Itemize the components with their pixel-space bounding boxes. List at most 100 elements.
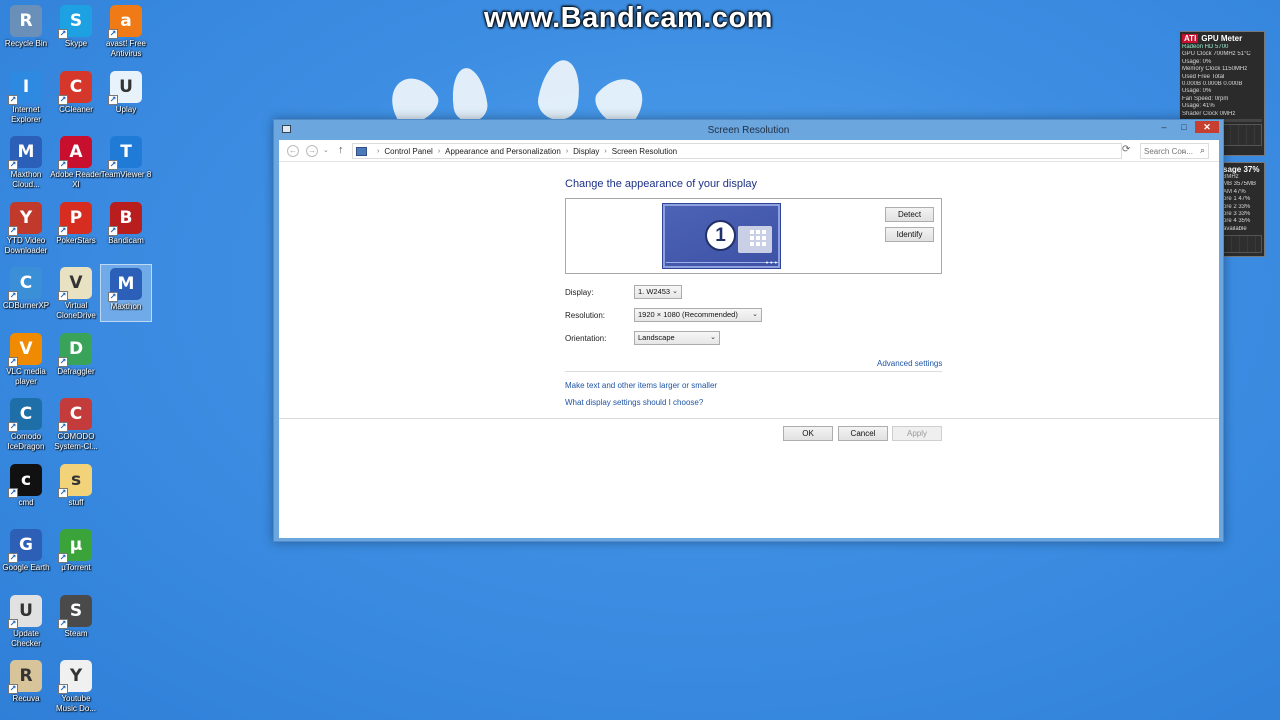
maximize-button[interactable]: □ xyxy=(1177,121,1191,133)
vlc-icon: V ↗ xyxy=(8,332,42,367)
shortcut-arrow-icon: ↗ xyxy=(8,553,18,563)
breadcrumb-item[interactable]: Control Panel xyxy=(384,147,432,156)
desktop-icon[interactable]: B ↗ Bandicam xyxy=(100,199,152,257)
detect-button[interactable]: Detect xyxy=(885,207,934,222)
desktop-icon[interactable]: G ↗ Google Earth xyxy=(0,526,52,584)
desktop-icon-label: Maxthon Cloud... xyxy=(10,170,42,189)
desktop-icon[interactable]: s ↗ stuff xyxy=(50,461,102,519)
desktop-icon[interactable]: V ↗ Virtual CloneDrive xyxy=(50,264,102,322)
resolution-label: Resolution: xyxy=(565,311,606,320)
recent-locations-dropdown[interactable]: ⌄ xyxy=(323,146,329,154)
breadcrumb-separator[interactable]: › xyxy=(438,148,440,155)
desktop-icon[interactable]: Y ↗ YTD Video Downloader xyxy=(0,199,52,257)
desktop-icon[interactable]: C ↗ Comodo IceDragon xyxy=(0,395,52,453)
desktop-icon[interactable]: R ↗ Recuva xyxy=(0,657,52,715)
cpu-meter-row: AM 47% xyxy=(1223,188,1246,195)
up-button[interactable]: ↑ xyxy=(338,144,344,156)
breadcrumb-separator[interactable]: › xyxy=(604,148,606,155)
desktop-icon-label: CDBurnerXP xyxy=(2,301,50,310)
desktop-icon[interactable]: S ↗ Skype xyxy=(50,2,102,60)
recuva-icon: R ↗ xyxy=(8,660,42,694)
desktop-icon[interactable]: C ↗ CDBurnerXP xyxy=(0,264,52,322)
cdburnerxp-icon: C ↗ xyxy=(8,267,42,301)
desktop-icon[interactable]: R Recycle Bin xyxy=(0,2,52,60)
desktop-icon[interactable]: A ↗ Adobe Reader XI xyxy=(50,133,102,191)
ok-button[interactable]: OK xyxy=(783,426,833,441)
desktop-icon[interactable]: V ↗ VLC media player xyxy=(0,330,52,388)
desktop-icon[interactable]: S ↗ Steam xyxy=(50,592,102,650)
desktop-icon-label: Uplay xyxy=(115,104,137,114)
desktop-icon[interactable]: µ ↗ µTorrent xyxy=(50,526,102,584)
breadcrumb-separator[interactable]: › xyxy=(377,148,379,155)
comodo-system-cleaner-icon: C ↗ xyxy=(58,398,92,432)
desktop-icon-label: Update Checker xyxy=(11,628,41,648)
bandicam-watermark: www.Bandicam.com xyxy=(484,2,773,34)
title-bar[interactable]: Screen Resolution – □ ✕ xyxy=(274,120,1223,140)
bandicam-icon: B ↗ xyxy=(108,201,142,236)
back-button[interactable]: ← xyxy=(287,145,299,157)
orientation-select[interactable]: Landscape ⌄ xyxy=(634,331,720,345)
shortcut-arrow-icon: ↗ xyxy=(108,29,118,39)
shortcut-arrow-icon: ↗ xyxy=(58,291,68,301)
cancel-button[interactable]: Cancel xyxy=(838,426,888,441)
desktop-icon[interactable]: P ↗ PokerStars xyxy=(50,199,102,257)
search-input[interactable] xyxy=(1144,145,1196,157)
desktop-icon[interactable]: a ↗ avast! Free Antivirus xyxy=(100,2,152,60)
desktop-icon[interactable]: I ↗ Internet Explorer xyxy=(0,68,52,126)
desktop-icon[interactable]: M ↗ Maxthon Cloud... xyxy=(0,133,52,191)
breadcrumb[interactable]: › Control Panel › Appearance and Personaliz… xyxy=(352,143,1187,159)
display-select[interactable]: 1. W2453 ⌄ xyxy=(634,285,682,299)
desktop-icon[interactable]: C ↗ CCleaner xyxy=(50,68,102,126)
cmd-icon: c ↗ xyxy=(8,463,42,498)
desktop-icon[interactable]: U ↗ Uplay xyxy=(100,68,152,126)
gpu-meter-row: Fan Speed: 0rpm xyxy=(1182,95,1229,102)
folder-icon: s ↗ xyxy=(58,463,92,498)
resolution-value: 1920 × 1080 (Recommended) xyxy=(638,310,738,319)
desktop-icon[interactable]: T ↗ TeamViewer 8 xyxy=(100,133,152,191)
gpu-meter-row: Used Free Total xyxy=(1182,73,1225,80)
identify-button[interactable]: Identify xyxy=(885,227,934,242)
apply-button[interactable]: Apply xyxy=(892,426,942,441)
desktop-icon[interactable]: D ↗ Defraggler xyxy=(50,330,102,388)
desktop-icon-label: Defraggler xyxy=(57,366,95,376)
control-panel-icon xyxy=(356,146,367,156)
desktop-icon[interactable]: C ↗ COMODO System-Cl... xyxy=(50,395,102,453)
orientation-label: Orientation: xyxy=(565,334,607,343)
desktop-icon-label: COMODO System-Cl... xyxy=(54,432,98,451)
breadcrumb-item[interactable]: Screen Resolution xyxy=(612,147,677,156)
cpu-meter-row: ore 3 33% xyxy=(1223,211,1251,218)
breadcrumb-separator[interactable]: › xyxy=(566,148,568,155)
shortcut-arrow-icon: ↗ xyxy=(108,160,118,170)
gpu-meter-row: 0.000B 0.000B 0.000B xyxy=(1182,81,1243,88)
display-settings-help-link[interactable]: What display settings should I choose? xyxy=(565,398,703,407)
display-label: Display: xyxy=(565,288,594,297)
keypad-icon xyxy=(738,226,772,253)
cpu-meter-gadget[interactable]: sage 37% 3MHz MB 3575MB AM 47% ore 1 47% ore… xyxy=(1220,162,1265,257)
shortcut-arrow-icon: ↗ xyxy=(58,553,68,563)
desktop-icon[interactable]: U ↗ Update Checker xyxy=(0,592,52,650)
cpu-meter-row: available xyxy=(1223,225,1247,232)
resolution-select[interactable]: 1920 × 1080 (Recommended) ⌄ xyxy=(634,308,762,322)
desktop-icon[interactable]: c ↗ cmd xyxy=(0,461,52,519)
monitor-arrangement-area: 1 • • • Detect Identify xyxy=(565,198,942,274)
desktop-icon[interactable]: M ↗ Maxthon xyxy=(100,264,152,322)
desktop-icon-label: Adobe Reader XI xyxy=(50,170,102,189)
monitor-1-tile[interactable]: 1 • • • xyxy=(662,203,781,269)
refresh-button[interactable]: ⟳ xyxy=(1122,144,1130,155)
shortcut-arrow-icon: ↗ xyxy=(8,618,18,629)
update-checker-icon: U ↗ xyxy=(8,594,42,629)
teamviewer-icon: T ↗ xyxy=(108,136,142,170)
forward-button[interactable]: → xyxy=(306,145,318,157)
breadcrumb-item[interactable]: Display xyxy=(573,147,599,156)
pokerstars-icon: P ↗ xyxy=(58,201,92,236)
close-button[interactable]: ✕ xyxy=(1195,121,1219,133)
monitor-number: 1 xyxy=(705,220,736,251)
search-box[interactable]: ⌕ xyxy=(1140,143,1209,159)
desktop-icon[interactable]: Y ↗ Youtube Music Do... xyxy=(50,657,102,715)
advanced-settings-link[interactable]: Advanced settings xyxy=(877,359,942,368)
search-icon[interactable]: ⌕ xyxy=(1200,145,1205,156)
minimize-button[interactable]: – xyxy=(1157,121,1171,133)
text-size-link[interactable]: Make text and other items larger or smal… xyxy=(565,381,717,390)
chevron-down-icon: ⌄ xyxy=(710,334,716,341)
breadcrumb-item[interactable]: Appearance and Personalization xyxy=(445,147,561,156)
